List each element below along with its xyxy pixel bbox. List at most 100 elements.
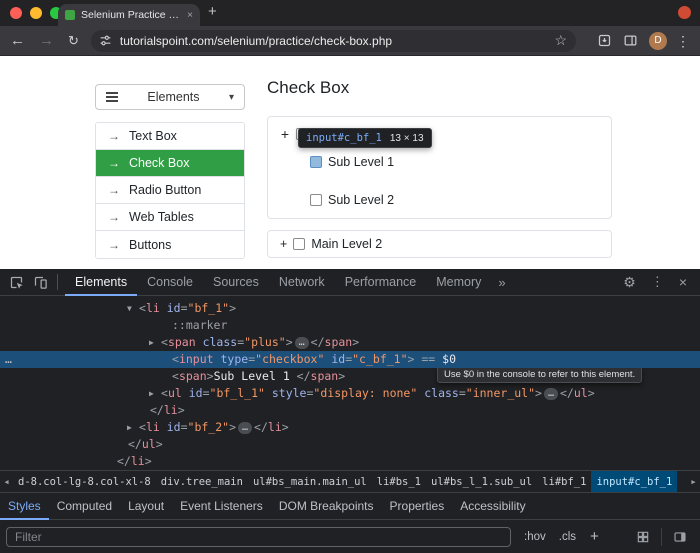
sidebar-item-text-box[interactable]: →Text Box (96, 123, 244, 150)
twisty-icon[interactable]: ▼ (127, 300, 139, 317)
code-token: … (544, 388, 558, 400)
sidebar-item-buttons[interactable]: →Buttons (96, 231, 244, 258)
tree-node-line[interactable]: ▼<li id="bf_1"> (0, 300, 700, 317)
hamburger-icon (106, 96, 118, 98)
code-token: > (352, 335, 359, 349)
breadcrumb-item[interactable]: input#c_bf_1 (591, 471, 677, 493)
forward-button[interactable]: → (39, 33, 54, 48)
breadcrumb-item[interactable]: li#bs_1 (372, 471, 426, 493)
styles-tab-styles[interactable]: Styles (0, 493, 49, 520)
devtools-tab-sources[interactable]: Sources (203, 269, 269, 296)
breadcrumb-item[interactable]: d-8.col-lg-8.col-xl-8 (13, 471, 156, 493)
browser-tab[interactable]: Selenium Practice – Check Box × (58, 4, 200, 26)
devtools-close-icon[interactable]: × (679, 274, 687, 290)
profile-badge[interactable] (678, 6, 691, 19)
toggle-hover-state-button[interactable]: :hov (524, 531, 546, 543)
grid-panel-icon[interactable] (636, 530, 650, 544)
breadcrumb-scroll-left-icon[interactable]: ◀ (0, 478, 13, 486)
devtools-tab-memory[interactable]: Memory (426, 269, 491, 296)
new-style-rule-button[interactable]: + (590, 528, 599, 545)
breadcrumb-item[interactable]: div.tree_main (156, 471, 248, 493)
url-text[interactable]: tutorialspoint.com/selenium/practice/che… (120, 34, 549, 48)
device-toolbar-icon[interactable] (33, 275, 48, 290)
devtools-menu-icon[interactable]: ⋮ (651, 274, 664, 290)
tree-node-line[interactable]: </li> (0, 402, 700, 419)
breadcrumb-scroll-right-icon[interactable]: ▶ (687, 471, 700, 492)
code-token: … (238, 422, 252, 434)
sidebar-toggle-icon[interactable] (673, 530, 687, 544)
twisty-icon[interactable]: ▶ (127, 419, 139, 436)
tree-node-line[interactable]: ::marker (0, 317, 700, 334)
devtools-tab-elements[interactable]: Elements (65, 269, 137, 296)
styles-tab-event-listeners[interactable]: Event Listeners (172, 493, 271, 520)
code-token: ul (168, 386, 182, 400)
devtools-toolbar-right: ⚙ ⋮ × (623, 274, 687, 291)
code-token: id (331, 352, 345, 366)
profile-avatar[interactable]: D (649, 32, 667, 50)
tree-node-line[interactable]: </ul> (0, 436, 700, 453)
tree-node-line[interactable]: <span>Sub Level 1 </span> (0, 368, 700, 385)
node-overflow-menu-icon[interactable]: … (5, 351, 13, 368)
tab-close-icon[interactable]: × (187, 10, 193, 21)
twisty-icon[interactable]: ▶ (149, 385, 161, 402)
tree-node-line[interactable]: ▶<li id="bf_2">…</li> (0, 419, 700, 436)
browser-menu-icon[interactable]: ⋮ (676, 34, 690, 48)
devtools-tab-console[interactable]: Console (137, 269, 203, 296)
breadcrumb-item[interactable]: ul#bs_l_1.sub_ul (426, 471, 537, 493)
side-panel-icon[interactable] (623, 33, 638, 48)
back-button[interactable]: ← (10, 33, 25, 48)
save-page-icon[interactable] (597, 33, 612, 48)
site-settings-icon[interactable] (99, 34, 112, 47)
inspect-element-icon[interactable] (9, 275, 24, 290)
main-level-2-checkbox[interactable] (293, 238, 305, 250)
devtools-tab-performance[interactable]: Performance (335, 269, 427, 296)
toggle-class-button[interactable]: .cls (559, 531, 576, 543)
styles-tab-dom-breakpoints[interactable]: DOM Breakpoints (271, 493, 382, 520)
window-minimize-button[interactable] (30, 7, 42, 19)
twisty-icon[interactable]: ▶ (149, 334, 161, 351)
new-tab-button[interactable]: + (208, 3, 217, 20)
elements-dropdown[interactable]: Elements ▾ (95, 84, 245, 110)
window-close-button[interactable] (10, 7, 22, 19)
selected-tree-node[interactable]: …<input type="checkbox" id="c_bf_1"> == … (0, 351, 700, 368)
expand-plus-button[interactable]: + (280, 126, 290, 142)
main-level-2-panel: + Main Level 2 (267, 230, 612, 258)
devtools-tab-network[interactable]: Network (269, 269, 335, 296)
code-token: "inner_ul" (466, 386, 535, 400)
expand-plus-button[interactable]: + (280, 237, 287, 251)
sidebar-item-radio-button[interactable]: →Radio Button (96, 177, 244, 204)
code-token (160, 301, 167, 315)
breadcrumb-item[interactable]: ul#bs_main.main_ul (248, 471, 372, 493)
sub-level-2-checkbox[interactable] (310, 194, 322, 206)
styles-tab-properties[interactable]: Properties (382, 493, 453, 520)
sidebar-item-label: Text Box (129, 129, 177, 143)
styles-filter-input[interactable] (6, 527, 511, 547)
code-token (214, 352, 221, 366)
styles-tab-layout[interactable]: Layout (120, 493, 172, 520)
code-token: span (168, 335, 196, 349)
settings-gear-icon[interactable]: ⚙ (623, 274, 636, 291)
styles-tab-accessibility[interactable]: Accessibility (452, 493, 533, 520)
code-token: "bf_1" (188, 301, 230, 315)
tree-node-line[interactable]: ▶<ul id="bf_l_1" style="display: none" c… (0, 385, 700, 402)
code-token: id (167, 301, 181, 315)
sidebar-item-check-box[interactable]: →Check Box (96, 150, 244, 177)
tree-node-line[interactable]: ▶<span class="plus">…</span> (0, 334, 700, 351)
breadcrumb-item[interactable]: li#bf_1 (537, 471, 591, 493)
more-tabs-button[interactable]: » (491, 269, 512, 296)
code-token: "c_bf_1" (352, 352, 407, 366)
styles-tab-computed[interactable]: Computed (49, 493, 120, 520)
code-token: > (229, 301, 236, 315)
tree-node-line[interactable]: </li> (0, 453, 700, 470)
code-token: = (203, 386, 210, 400)
bookmark-star-icon[interactable]: ☆ (554, 32, 567, 49)
sub-level-1-checkbox[interactable] (310, 156, 322, 168)
code-token: input (179, 352, 214, 366)
address-bar[interactable]: tutorialspoint.com/selenium/practice/che… (91, 30, 576, 52)
reload-button[interactable]: ↻ (68, 34, 79, 47)
sidebar-item-label: Check Box (129, 156, 189, 170)
sub-level-1-row: Sub Level 1 (310, 155, 611, 169)
code-token: > (145, 454, 152, 468)
devtools-toolbar: ElementsConsoleSourcesNetworkPerformance… (0, 269, 700, 296)
sidebar-item-web-tables[interactable]: →Web Tables (96, 204, 244, 231)
